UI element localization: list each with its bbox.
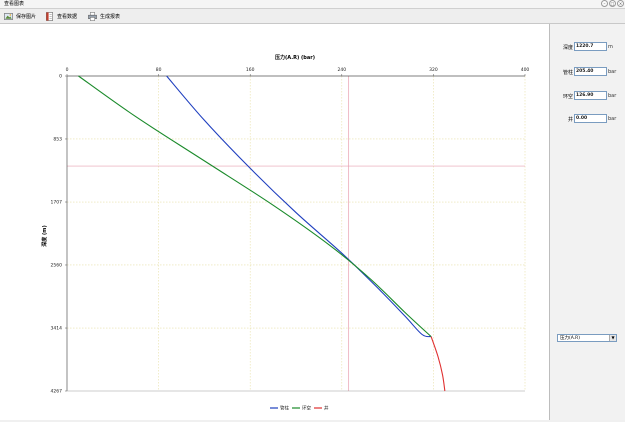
toolbar: 保存图片 查看数据 生成报表 [0,9,625,24]
save-image-button[interactable]: 保存图片 [4,11,36,21]
y-tick-label: 3414 [51,326,63,332]
x-tick-label: 240 [338,67,347,73]
tubing-field: 管柱 205.40 bar [550,67,625,76]
image-icon [4,12,13,20]
y-axis-label: 深度 (m) [41,225,48,247]
depth-input[interactable]: 1220.7 [574,42,607,51]
well-input[interactable]: 0.00 [574,114,607,123]
chart-axes [66,75,525,392]
series-line-1 [78,75,432,337]
close-icon[interactable]: × [617,0,624,7]
tubing-label: 管柱 [562,70,573,76]
annulus-label: 环空 [562,94,573,100]
legend-label-0: 管柱 [280,405,289,412]
annulus-field: 环空 126.90 bar [550,91,625,100]
legend-label-2: 井 [324,405,329,412]
y-tick-label: 4267 [51,389,63,395]
generate-report-button[interactable]: 生成报表 [88,11,120,21]
legend-label-1: 环空 [302,405,311,412]
pressure-depth-chart: 0 80 160 240 320 400 0 853 1707 2560 3414 4267 压力(A… [41,54,530,412]
well-unit: bar [608,116,617,122]
generate-report-label: 生成报表 [100,13,121,20]
y-tick-label: 853 [53,136,62,142]
series-line-0 [166,75,432,338]
view-data-button[interactable]: 查看数据 [45,11,77,21]
x-tick-label: 400 [521,67,530,73]
tubing-input[interactable]: 205.40 [574,67,607,76]
chart-markers [67,76,525,391]
side-panel: 深度 1220.7 m 管柱 205.40 bar 环空 126.90 bar … [550,24,625,420]
depth-field: 深度 1220.7 m [550,42,625,51]
well-field: 井 0.00 bar [550,114,625,123]
annulus-unit: bar [608,93,617,99]
x-tick-label: 320 [429,67,438,73]
title-bar: 查看图表 – □ × [0,0,625,9]
y-tick-label: 1707 [51,200,63,206]
tubing-unit: bar [608,69,617,75]
chart-series [78,75,446,392]
annulus-input[interactable]: 126.90 [574,91,607,100]
chevron-down-icon[interactable]: ▼ [609,335,616,341]
maximize-icon[interactable]: □ [609,0,616,7]
x-axis-label: 压力(A.R) (bar) [275,54,315,61]
save-image-label: 保存图片 [16,13,37,20]
chart-legend: 管柱 环空 井 [270,405,329,412]
depth-unit: m [608,44,613,50]
window-controls: – □ × [601,0,624,8]
chart-area: 0 80 160 240 320 400 0 853 1707 2560 3414 4267 压力(A… [0,24,550,420]
chart-grid [67,76,526,391]
window-title: 查看图表 [4,1,25,7]
well-label: 井 [567,117,573,123]
x-tick-label: 0 [66,67,69,73]
printer-icon [88,11,97,21]
chart-ticks: 0 80 160 240 320 400 0 853 1707 2560 3414 4267 [51,67,530,395]
minimize-icon[interactable]: – [601,0,608,7]
variable-select-value: 压力(A.R) [560,336,581,341]
document-icon [46,11,53,21]
view-data-label: 查看数据 [57,13,78,20]
x-tick-label: 160 [246,67,255,73]
x-tick-label: 80 [156,67,162,73]
depth-label: 深度 [562,45,573,51]
y-tick-label: 2560 [51,262,63,268]
y-tick-label: 0 [59,74,62,80]
variable-select[interactable]: 压力(A.R) ▼ [557,334,617,342]
